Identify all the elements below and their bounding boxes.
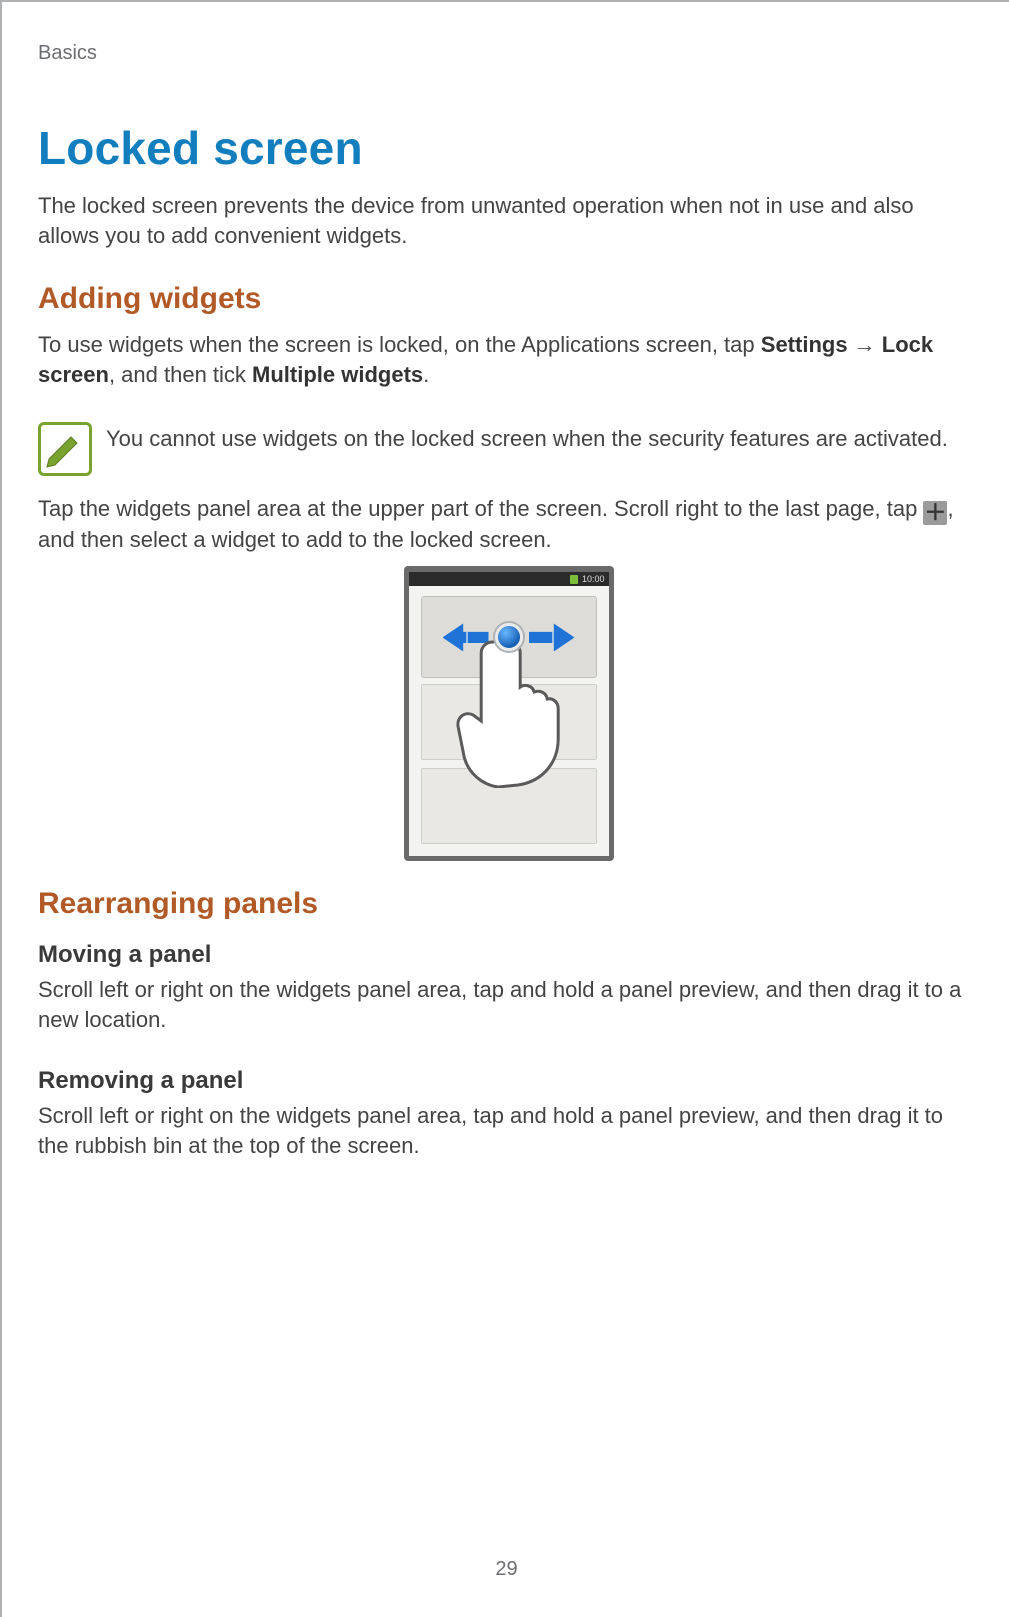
intro-paragraph: The locked screen prevents the device fr… <box>38 191 979 250</box>
bold-multiple-widgets: Multiple widgets <box>252 362 423 387</box>
section-heading-adding-widgets: Adding widgets <box>38 282 979 316</box>
text-fragment: , and then tick <box>109 362 252 387</box>
plus-icon: ＋ <box>923 501 947 525</box>
subsection-removing-panel: Removing a panel <box>38 1067 979 1095</box>
battery-icon <box>570 575 578 584</box>
phone-body-placeholder <box>421 684 597 844</box>
note-text: You cannot use widgets on the locked scr… <box>106 422 948 454</box>
arrow-left-icon <box>443 623 489 651</box>
statusbar-time: 10:00 <box>582 574 605 584</box>
adding-widgets-step1: To use widgets when the screen is locked… <box>38 330 979 389</box>
widget-panel-area <box>421 596 597 678</box>
page-title: Locked screen <box>38 121 979 175</box>
note-callout: You cannot use widgets on the locked scr… <box>38 422 979 476</box>
bold-settings: Settings <box>761 332 848 357</box>
moving-panel-body: Scroll left or right on the widgets pane… <box>38 975 979 1034</box>
phone-mockup: 10:00 <box>404 566 614 861</box>
section-heading-rearranging-panels: Rearranging panels <box>38 887 979 921</box>
note-icon <box>38 422 92 476</box>
arrow-right-icon <box>529 623 575 651</box>
breadcrumb: Basics <box>38 42 979 65</box>
removing-panel-body: Scroll left or right on the widgets pane… <box>38 1101 979 1160</box>
manual-page: Basics Locked screen The locked screen p… <box>0 0 1009 1617</box>
adding-widgets-step2: Tap the widgets panel area at the upper … <box>38 494 979 555</box>
subsection-moving-panel: Moving a panel <box>38 941 979 969</box>
arrow-glyph: → <box>848 332 882 357</box>
text-fragment: Tap the widgets panel area at the upper … <box>38 496 923 521</box>
drag-knob-icon <box>495 623 523 651</box>
phone-statusbar: 10:00 <box>409 572 609 586</box>
illustration-swipe-widget-panel: 10:00 <box>38 566 979 861</box>
page-number: 29 <box>2 1558 1009 1581</box>
text-fragment: . <box>423 362 429 387</box>
text-fragment: To use widgets when the screen is locked… <box>38 332 761 357</box>
